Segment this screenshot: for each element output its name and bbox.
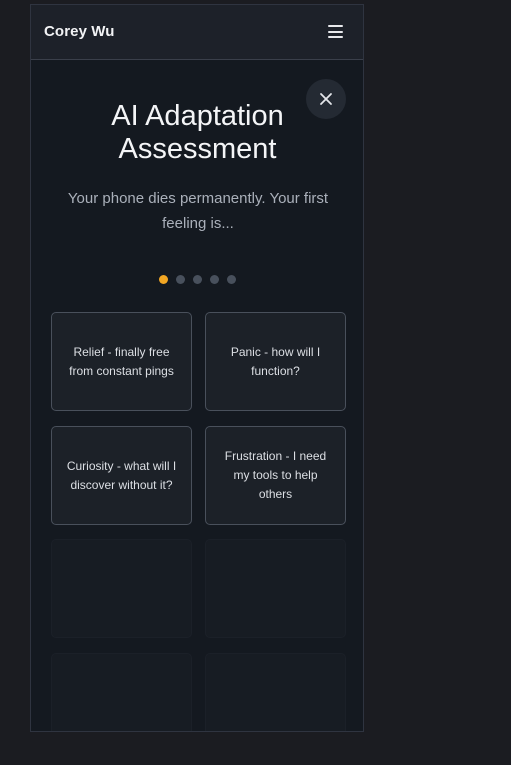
brand-name[interactable]: Corey Wu: [44, 23, 115, 40]
option-label: Curiosity - what will I discover without…: [66, 458, 177, 492]
placeholder-card: [51, 653, 192, 731]
option-label: Relief - finally free from constant ping…: [69, 344, 174, 378]
title-line-2: Assessment: [118, 133, 277, 165]
option-label: Panic - how will I function?: [230, 344, 321, 378]
option-card-3[interactable]: Curiosity - what will I discover without…: [51, 426, 192, 525]
placeholder-card: [205, 653, 346, 731]
option-card-4[interactable]: Frustration - I need my tools to help ot…: [205, 426, 346, 525]
option-card-1[interactable]: Relief - finally free from constant ping…: [51, 312, 192, 411]
option-label: Frustration - I need my tools to help ot…: [224, 449, 327, 501]
progress-dots: [31, 275, 363, 284]
top-navbar: Corey Wu: [31, 5, 363, 60]
progress-dot-2: [176, 275, 185, 284]
title-line-1: AI Adaptation: [111, 100, 284, 132]
hamburger-menu-icon[interactable]: [328, 25, 343, 38]
progress-dot-3: [193, 275, 202, 284]
mobile-viewport: Corey Wu AI Adaptation Assessment Your p…: [30, 4, 364, 732]
placeholder-card: [205, 539, 346, 638]
placeholder-card: [51, 539, 192, 638]
progress-dot-1: [159, 275, 168, 284]
progress-dot-5: [227, 275, 236, 284]
question-text: Your phone dies permanently. Your first …: [67, 190, 329, 232]
option-card-2[interactable]: Panic - how will I function?: [205, 312, 346, 411]
progress-dot-4: [210, 275, 219, 284]
page-title: AI Adaptation Assessment: [31, 100, 363, 166]
